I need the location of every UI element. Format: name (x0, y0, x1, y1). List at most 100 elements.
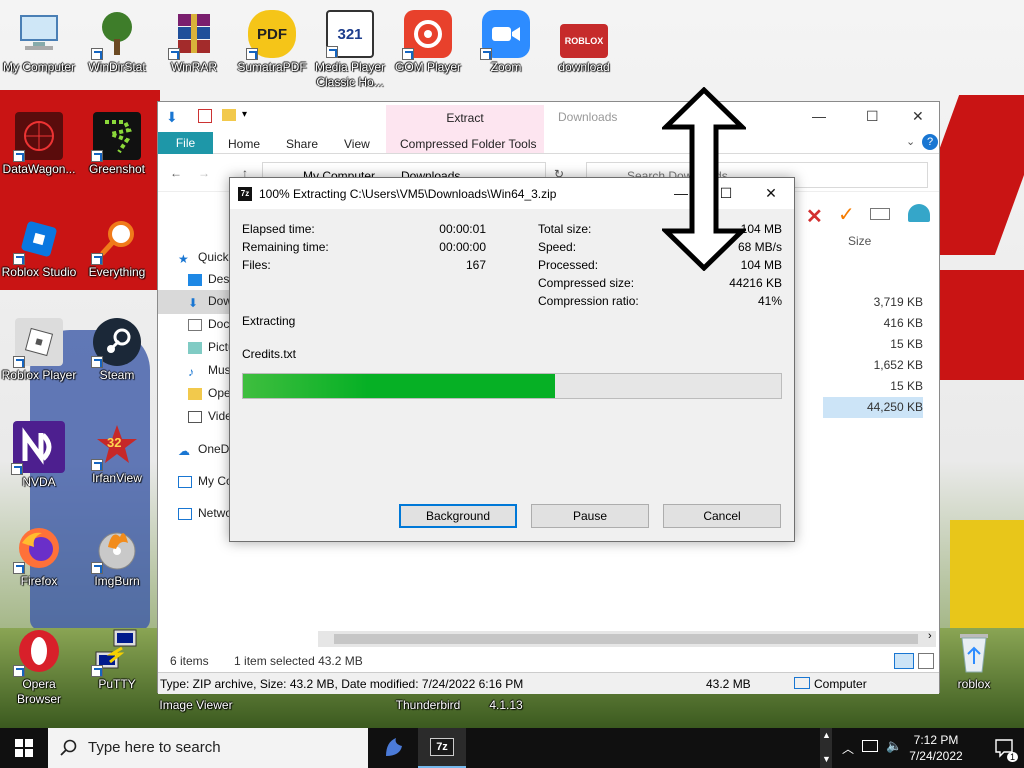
taskbar-clock[interactable]: 7:12 PM 7/24/2022 (896, 732, 976, 764)
shortcut-arrow-icon (13, 356, 25, 368)
large-icons-view-icon[interactable] (918, 653, 934, 669)
progress-bar (242, 373, 782, 399)
horizontal-scrollbar[interactable] (318, 631, 936, 647)
putty-icon (91, 627, 141, 677)
desktop-icon-datawagon[interactable]: DataWagon... (0, 112, 78, 177)
desktop-icon-partial-label: Thunderbird (395, 698, 461, 712)
desktop-icon-steam[interactable]: Steam (78, 318, 156, 383)
new-folder-icon[interactable] (222, 109, 236, 121)
properties-icon[interactable] (198, 109, 212, 123)
download-arrow-icon[interactable]: ⬇ (166, 109, 178, 126)
maximize-button[interactable]: ☐ (866, 108, 879, 125)
desktop-icon-everything[interactable]: Everything (78, 215, 156, 280)
desktop-icon-firefox[interactable]: Firefox (0, 524, 78, 589)
checkmark-icon[interactable]: ✓ (838, 202, 855, 227)
minimize-button[interactable]: — (812, 108, 826, 124)
desktop-icon-greenshot[interactable]: Greenshot (78, 112, 156, 177)
file-size: 1,652 KB (873, 358, 923, 372)
shortcut-arrow-icon (13, 665, 25, 677)
chevron-down-icon[interactable]: ▼ (822, 754, 831, 764)
tab-share[interactable]: Share (286, 137, 318, 151)
desktop-icon-partial-label: 4.1.13 (489, 698, 523, 712)
shell-icon[interactable] (908, 204, 930, 222)
desktop-icon-zoom[interactable]: Zoom (467, 10, 545, 75)
network-icon[interactable] (862, 740, 878, 752)
scrollbar-thumb[interactable] (334, 634, 918, 644)
tab-home[interactable]: Home (228, 137, 260, 151)
close-button[interactable]: ✕ (912, 108, 924, 125)
background-button[interactable]: Background (399, 504, 517, 528)
shortcut-arrow-icon (91, 356, 103, 368)
roblox-player-icon (13, 318, 63, 368)
steam-icon (91, 318, 141, 368)
desktop-icon-roblox-studio[interactable]: Roblox Studio (0, 215, 78, 280)
start-button[interactable] (0, 728, 48, 768)
stat-compressed-size: Compressed size: 44216 KB (538, 276, 782, 290)
scroll-right-icon[interactable]: › (928, 630, 932, 642)
shortcut-arrow-icon (13, 150, 25, 162)
document-icon (188, 318, 202, 331)
download-icon: ⬇ (188, 295, 199, 310)
file-size-selected: 44,250 KB (823, 397, 923, 418)
wallpaper-block (950, 520, 1024, 640)
desktop-icon-opera[interactable]: Opera Browser (0, 627, 78, 707)
pause-button[interactable]: Pause (531, 504, 649, 528)
forward-button[interactable]: → (198, 166, 210, 180)
progress-bar-fill (243, 374, 556, 398)
shortcut-arrow-icon (326, 46, 338, 58)
shortcut-arrow-icon (91, 253, 103, 265)
shortcut-arrow-icon (11, 463, 23, 475)
delete-icon[interactable]: ✕ (806, 204, 823, 229)
desktop-icon-gom-player[interactable]: GOM Player (389, 10, 467, 75)
taskbar-app-thunderbird[interactable] (370, 728, 418, 768)
roblox-studio-icon (13, 215, 63, 265)
back-button[interactable]: ← (170, 166, 182, 180)
recycle-bin-icon (950, 627, 998, 675)
desktop-icon-putty[interactable]: PuTTY (78, 627, 156, 692)
video-camera-icon (480, 10, 530, 60)
desktop-icon-my-computer[interactable]: My Computer (0, 10, 78, 75)
current-file: Credits.txt (242, 347, 297, 361)
desktop-icon-winrar[interactable]: WinRAR (155, 10, 233, 75)
file-size: 3,719 KB (873, 295, 923, 309)
action-center-button[interactable]: 1 (994, 738, 1018, 762)
tab-compressed-folder-tools[interactable]: Compressed Folder Tools (400, 137, 537, 151)
tab-view[interactable]: View (344, 137, 370, 151)
desktop-icon-download[interactable]: ROBLOX download (545, 10, 623, 75)
close-button[interactable]: ✕ (756, 184, 786, 202)
desktop-icon-windirstat[interactable]: WinDirStat (78, 10, 156, 75)
shortcut-arrow-icon (13, 562, 25, 574)
sevenzip-icon: 7z (238, 187, 252, 201)
resize-double-arrow-icon (662, 87, 746, 271)
desktop-icon-imgburn[interactable]: ImgBurn (78, 524, 156, 589)
desktop-icon-nvda[interactable]: NVDA (0, 421, 78, 490)
shortcut-arrow-icon (402, 48, 414, 60)
cancel-button[interactable]: Cancel (663, 504, 781, 528)
file-size: 15 KB (890, 337, 923, 351)
rename-icon[interactable] (870, 208, 890, 220)
show-hidden-icons-icon[interactable]: ︿ (842, 740, 854, 757)
tab-file[interactable]: File (158, 132, 213, 154)
taskbar-app-7zip[interactable]: 7z (418, 728, 466, 768)
datawagon-icon (13, 112, 63, 162)
desktop-icon-mpc[interactable]: 321 Media Player Classic Ho... (311, 10, 389, 90)
desktop-icon (188, 273, 202, 286)
column-header-size[interactable]: Size (848, 234, 871, 248)
help-icon[interactable]: ? (922, 134, 938, 150)
chevron-up-icon[interactable]: ▲ (822, 730, 831, 740)
details-view-icon[interactable] (894, 653, 914, 669)
window-title: Downloads (558, 110, 618, 124)
nvda-icon (11, 421, 65, 475)
taskbar-search-input[interactable]: Type here to search (48, 728, 368, 768)
computer-icon (178, 475, 192, 488)
desktop-icon-sumatrapdf[interactable]: PDF SumatraPDF (233, 10, 311, 75)
taskbar-scroll[interactable]: ▲ ▼ (820, 728, 832, 768)
customize-toolbar-icon[interactable]: ▾ (242, 109, 247, 120)
desktop-icon-roblox[interactable]: roblox (935, 627, 1013, 692)
ribbon-tabs: File Home Share View Compressed Folder T… (158, 132, 939, 154)
collapse-ribbon-icon[interactable]: ⌄ (906, 135, 915, 148)
desktop-icon-irfanview[interactable]: 32 IrfanView (78, 421, 156, 486)
desktop-icon-roblox-player[interactable]: Roblox Player (0, 318, 78, 383)
operation-status: Extracting (242, 314, 296, 328)
status-bar: 6 items 1 item selected 43.2 MB (158, 650, 939, 672)
